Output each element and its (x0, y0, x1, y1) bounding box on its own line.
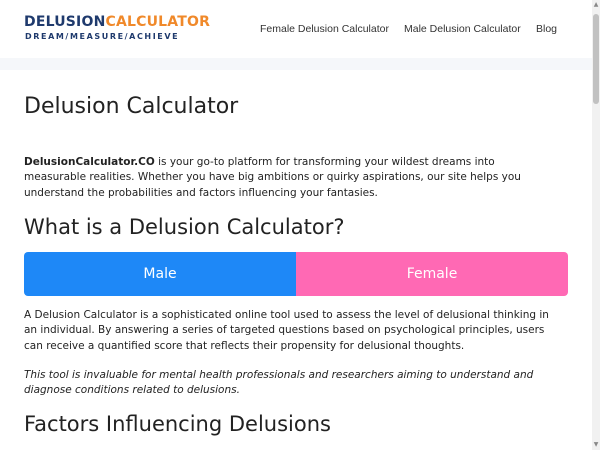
intro-site-name: DelusionCalculator.CO (24, 156, 155, 168)
gender-toggle: Male Female (24, 252, 568, 296)
main-nav: Female Delusion Calculator Male Delusion… (0, 22, 592, 38)
site-header: DELUSIONCALCULATOR DREAM/MEASURE/ACHIEVE… (0, 0, 592, 58)
main-content: Delusion Calculator DelusionCalculator.C… (0, 70, 592, 450)
heading-factors: Factors Influencing Delusions (24, 412, 331, 436)
nav-male-delusion-calculator[interactable]: Male Delusion Calculator (404, 22, 521, 36)
scroll-thumb[interactable] (593, 14, 599, 104)
page-scrollbar[interactable]: ▲ ▼ (592, 0, 600, 450)
nav-female-delusion-calculator[interactable]: Female Delusion Calculator (260, 22, 389, 36)
usage-note-paragraph: This tool is invaluable for mental healt… (24, 369, 534, 397)
intro-paragraph: DelusionCalculator.CO is your go-to plat… (24, 155, 554, 201)
scroll-down-icon[interactable]: ▼ (592, 440, 600, 450)
scroll-up-icon[interactable]: ▲ (592, 0, 600, 10)
page-title: Delusion Calculator (24, 94, 239, 119)
description-paragraph: A Delusion Calculator is a sophisticated… (24, 309, 549, 352)
nav-blog[interactable]: Blog (536, 22, 557, 36)
heading-what-is: What is a Delusion Calculator? (24, 215, 345, 239)
female-button[interactable]: Female (296, 252, 568, 296)
male-button[interactable]: Male (24, 252, 296, 296)
